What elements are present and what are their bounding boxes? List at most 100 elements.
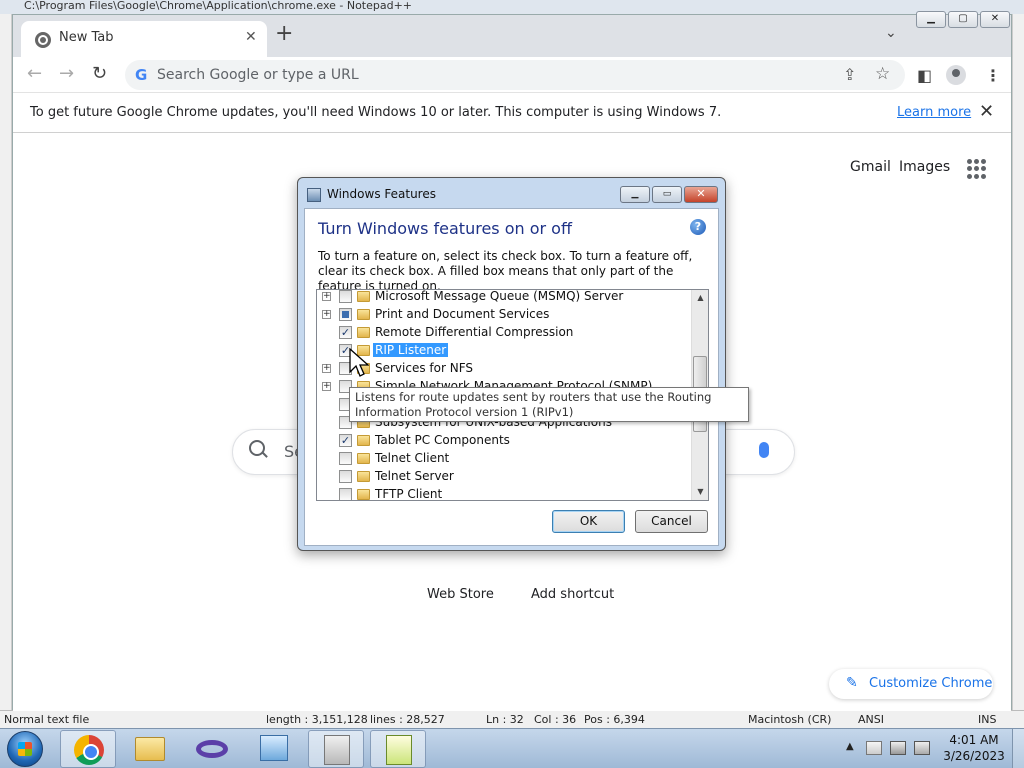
- show-hidden-icons-button[interactable]: ▲: [846, 741, 854, 752]
- address-bar-placeholder: Search Google or type a URL: [157, 67, 359, 83]
- chrome-menu-icon[interactable]: ⋮: [985, 66, 1001, 85]
- feature-row[interactable]: + Microsoft Message Queue (MSMQ) Server: [317, 290, 691, 306]
- learn-more-link[interactable]: Learn more: [897, 105, 971, 120]
- folder-icon: [357, 327, 370, 338]
- forward-button[interactable]: →: [59, 63, 74, 85]
- windows-features-icon: [307, 188, 321, 202]
- feature-row[interactable]: ✓ RIP Listener: [317, 342, 691, 360]
- feature-checkbox[interactable]: [339, 308, 352, 321]
- status-encoding: ANSI: [858, 713, 884, 726]
- status-position: Pos : 6,394: [584, 713, 645, 726]
- dialog-close-button[interactable]: ✕: [684, 186, 718, 203]
- action-center-flag-icon[interactable]: [866, 741, 882, 755]
- expand-icon[interactable]: +: [322, 382, 331, 391]
- tab-title: New Tab: [59, 30, 114, 45]
- shortcut-web-store[interactable]: Web Store: [427, 587, 494, 602]
- feature-row[interactable]: Telnet Client: [317, 450, 691, 468]
- feature-checkbox[interactable]: [339, 470, 352, 483]
- address-bar[interactable]: G Search Google or type a URL ⇪ ☆: [125, 60, 905, 90]
- expand-icon[interactable]: +: [322, 292, 331, 301]
- feature-checkbox[interactable]: ✓: [339, 434, 352, 447]
- taskbar-explorer[interactable]: [122, 730, 178, 768]
- feature-label[interactable]: RIP Listener: [373, 343, 449, 357]
- back-button[interactable]: ←: [27, 63, 42, 85]
- share-icon[interactable]: ⇪: [843, 65, 856, 84]
- minimize-button[interactable]: ▁: [916, 11, 946, 28]
- folder-icon: [357, 453, 370, 464]
- feature-label[interactable]: Remote Differential Compression: [373, 325, 575, 339]
- feature-checkbox[interactable]: [339, 290, 352, 303]
- feature-label[interactable]: Tablet PC Components: [373, 433, 512, 447]
- maximize-button[interactable]: ▢: [948, 11, 978, 28]
- feature-label[interactable]: Telnet Client: [373, 451, 451, 465]
- images-link[interactable]: Images: [899, 159, 950, 175]
- expand-icon[interactable]: +: [322, 364, 331, 373]
- shortcut-add[interactable]: Add shortcut: [531, 587, 614, 602]
- microphone-icon[interactable]: [759, 442, 769, 458]
- feature-row[interactable]: + Services for NFS: [317, 360, 691, 378]
- folder-icon: [357, 435, 370, 446]
- feature-label[interactable]: Print and Document Services: [373, 307, 551, 321]
- side-panel-icon[interactable]: ◧: [917, 66, 932, 85]
- reload-button[interactable]: ↻: [92, 63, 107, 85]
- windows-taskbar: ▲ 4:01 AM 3/26/2023: [0, 728, 1024, 768]
- gmail-link[interactable]: Gmail: [850, 159, 891, 175]
- show-desktop-button[interactable]: [1012, 729, 1024, 768]
- feature-row[interactable]: TFTP Client: [317, 486, 691, 500]
- feature-row[interactable]: ✓ Remote Differential Compression: [317, 324, 691, 342]
- feature-label[interactable]: TFTP Client: [373, 487, 444, 500]
- scroll-up-arrow[interactable]: ▲: [692, 290, 708, 306]
- feature-checkbox[interactable]: [339, 488, 352, 500]
- clock-date[interactable]: 3/26/2023: [940, 749, 1008, 763]
- feature-label[interactable]: Services for NFS: [373, 361, 475, 375]
- taskbar-notepad-plus-plus[interactable]: [370, 730, 426, 768]
- network-icon[interactable]: [890, 741, 906, 755]
- update-infobar: To get future Google Chrome updates, you…: [13, 93, 1011, 133]
- clock-time[interactable]: 4:01 AM: [946, 733, 1002, 747]
- profile-avatar-icon[interactable]: [946, 65, 966, 85]
- feature-row[interactable]: + Print and Document Services: [317, 306, 691, 324]
- mouse-cursor-icon: [349, 348, 369, 377]
- feature-label[interactable]: Telnet Server: [373, 469, 456, 483]
- status-ins: INS: [978, 713, 997, 726]
- feature-checkbox[interactable]: ✓: [339, 326, 352, 339]
- new-tab-button[interactable]: +: [275, 23, 293, 45]
- close-button[interactable]: ✕: [980, 11, 1010, 28]
- notepad-plus-plus-icon: [386, 735, 412, 765]
- window-controls: ▁ ▢ ✕: [916, 11, 1012, 31]
- volume-muted-icon[interactable]: [914, 741, 930, 755]
- visual-studio-icon: [196, 740, 228, 758]
- notepad-window-title: C:\Program Files\Google\Chrome\Applicati…: [0, 0, 1024, 14]
- tab-new-tab[interactable]: New Tab ✕: [21, 21, 267, 57]
- taskbar-chrome[interactable]: [60, 730, 116, 768]
- ok-button[interactable]: OK: [552, 510, 625, 533]
- start-button[interactable]: [7, 731, 43, 767]
- pencil-icon: ✎: [846, 675, 858, 691]
- taskbar-control-panel[interactable]: [246, 730, 302, 768]
- infobar-close-icon[interactable]: ✕: [979, 101, 994, 122]
- feature-checkbox[interactable]: [339, 452, 352, 465]
- cancel-button[interactable]: Cancel: [635, 510, 708, 533]
- dialog-maximize-button[interactable]: ▭: [652, 186, 682, 203]
- dialog-heading: Turn Windows features on or off: [318, 219, 572, 238]
- help-icon[interactable]: ?: [690, 219, 706, 235]
- google-apps-icon[interactable]: [967, 159, 987, 179]
- taskbar-installer[interactable]: [308, 730, 364, 768]
- feature-row[interactable]: ✓ Tablet PC Components: [317, 432, 691, 450]
- feature-label[interactable]: Microsoft Message Queue (MSMQ) Server: [373, 290, 625, 303]
- bookmark-star-icon[interactable]: ☆: [875, 64, 890, 84]
- expand-icon[interactable]: +: [322, 310, 331, 319]
- dialog-minimize-button[interactable]: ▁: [620, 186, 650, 203]
- dialog-titlebar[interactable]: Windows Features ▁ ▭ ✕: [298, 178, 725, 208]
- feature-row[interactable]: Telnet Server: [317, 468, 691, 486]
- tab-search-button[interactable]: ⌄: [885, 25, 897, 41]
- folder-icon: [357, 309, 370, 320]
- chrome-favicon-icon: [35, 32, 51, 48]
- taskbar-visual-studio[interactable]: [184, 730, 240, 768]
- notepad-left-edge: [0, 14, 12, 710]
- dialog-title: Windows Features: [327, 187, 436, 201]
- scroll-down-arrow[interactable]: ▼: [692, 484, 708, 500]
- search-icon: [249, 440, 265, 456]
- customize-chrome-button[interactable]: ✎ Customize Chrome: [829, 669, 993, 699]
- tab-close-icon[interactable]: ✕: [245, 29, 257, 45]
